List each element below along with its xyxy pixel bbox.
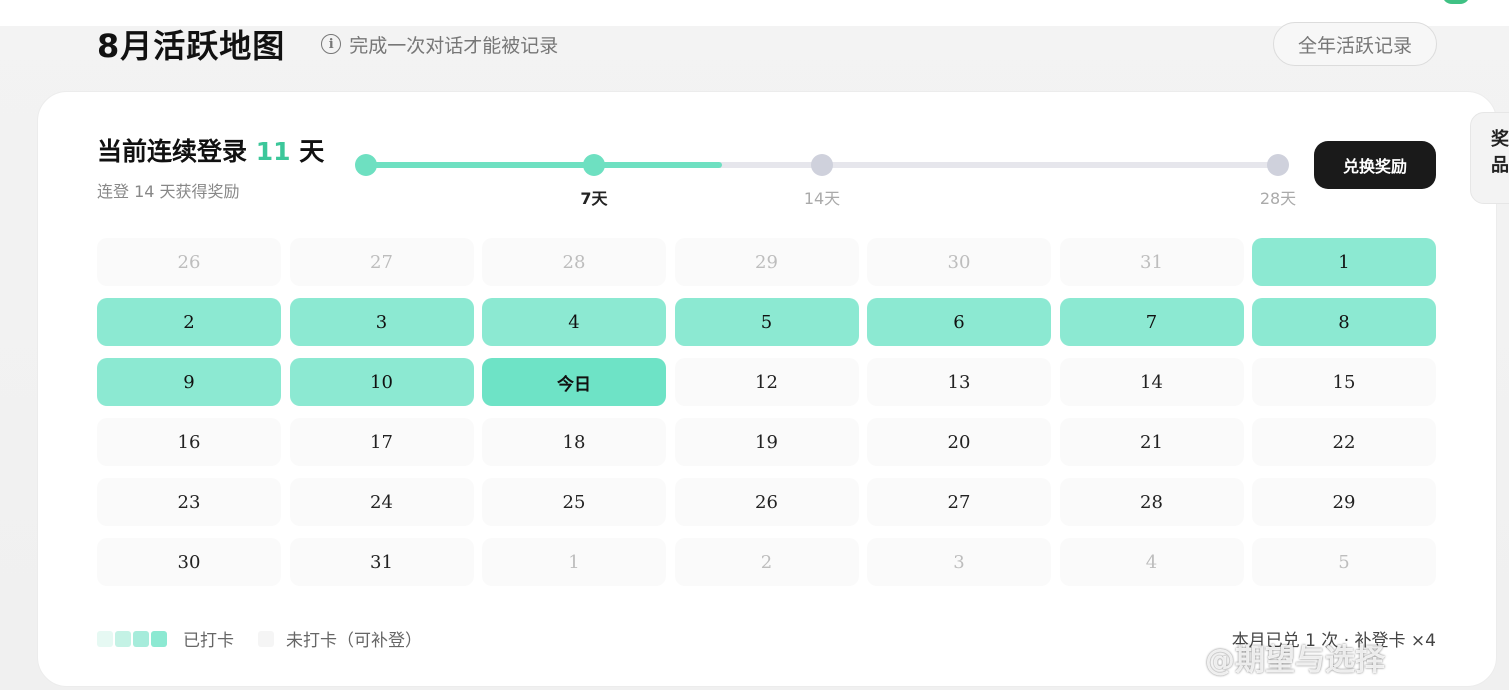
legend-swatch bbox=[115, 630, 131, 647]
calendar-day[interactable]: 13 bbox=[867, 358, 1051, 406]
calendar-day[interactable]: 31 bbox=[1059, 238, 1244, 286]
calendar-day[interactable]: 2 bbox=[97, 298, 281, 346]
calendar-day[interactable]: 29 bbox=[1252, 478, 1436, 526]
calendar-day[interactable]: 14 bbox=[1059, 358, 1244, 406]
calendar-day[interactable]: 12 bbox=[674, 358, 859, 406]
streak-prefix: 当前连续登录 bbox=[97, 137, 248, 166]
calendar-day[interactable]: 27 bbox=[289, 238, 474, 286]
rewards-side-tab[interactable]: 奖 品 bbox=[1470, 112, 1509, 204]
streak-subtitle: 连登 14 天获得奖励 bbox=[97, 182, 240, 201]
calendar-day[interactable]: 25 bbox=[482, 478, 666, 526]
calendar-day[interactable]: 5 bbox=[674, 298, 859, 346]
calendar-day[interactable]: 28 bbox=[482, 238, 666, 286]
calendar-day-today[interactable]: 今日 bbox=[482, 358, 666, 406]
redeem-reward-button[interactable]: 兑换奖励 bbox=[1314, 141, 1436, 189]
record-hint: i 完成一次对话才能被记录 bbox=[321, 31, 558, 58]
side-tab-line1: 奖 bbox=[1491, 129, 1509, 150]
calendar-day[interactable]: 30 bbox=[867, 238, 1051, 286]
calendar-day[interactable]: 30 bbox=[97, 538, 281, 586]
calendar-day[interactable]: 3 bbox=[289, 298, 474, 346]
calendar-day[interactable]: 18 bbox=[482, 418, 666, 466]
calendar-day[interactable]: 19 bbox=[674, 418, 859, 466]
streak-days: 11 bbox=[255, 137, 291, 166]
year-activity-button[interactable]: 全年活跃记录 bbox=[1273, 22, 1437, 66]
progress-fill bbox=[366, 162, 722, 168]
calendar-day[interactable]: 24 bbox=[289, 478, 474, 526]
legend-swatch bbox=[97, 630, 113, 647]
calendar-day[interactable]: 2 bbox=[674, 538, 859, 586]
milestone-7-label: 7天 bbox=[580, 189, 608, 208]
calendar-day[interactable]: 20 bbox=[867, 418, 1051, 466]
milestone-7-dot bbox=[583, 154, 605, 176]
milestone-28-label: 28天 bbox=[1259, 189, 1297, 208]
calendar-day[interactable]: 28 bbox=[1059, 478, 1244, 526]
calendar-day[interactable]: 23 bbox=[97, 478, 281, 526]
top-status-dot bbox=[1442, 0, 1470, 4]
milestone-28-dot bbox=[1267, 154, 1289, 176]
calendar-day[interactable]: 10 bbox=[289, 358, 474, 406]
page-title: 8月活跃地图 bbox=[97, 27, 286, 65]
calendar-day[interactable]: 31 bbox=[289, 538, 474, 586]
info-icon: i bbox=[321, 34, 342, 54]
watermark: @期望与选择 bbox=[1205, 643, 1385, 678]
calendar-day[interactable]: 3 bbox=[867, 538, 1051, 586]
side-tab-line2: 品 bbox=[1491, 155, 1509, 176]
calendar-day[interactable]: 26 bbox=[97, 238, 281, 286]
calendar-day[interactable]: 5 bbox=[1252, 538, 1436, 586]
hint-text: 完成一次对话才能被记录 bbox=[349, 34, 559, 57]
calendar-day[interactable]: 22 bbox=[1252, 418, 1436, 466]
calendar-day[interactable]: 1 bbox=[482, 538, 666, 586]
calendar-day[interactable]: 16 bbox=[97, 418, 281, 466]
calendar-day[interactable]: 27 bbox=[867, 478, 1051, 526]
legend-checked-label: 已打卡 bbox=[183, 631, 234, 651]
milestone-14-dot bbox=[811, 154, 833, 176]
legend-swatch bbox=[151, 630, 167, 647]
calendar-day[interactable]: 4 bbox=[1059, 538, 1244, 586]
streak-suffix: 天 bbox=[299, 137, 325, 166]
calendar-day[interactable]: 21 bbox=[1059, 418, 1244, 466]
streak-title: 当前连续登录 11 天 bbox=[97, 132, 324, 168]
calendar-day[interactable]: 15 bbox=[1252, 358, 1436, 406]
legend: 已打卡 未打卡（可补登） bbox=[97, 626, 422, 651]
calendar-day[interactable]: 17 bbox=[289, 418, 474, 466]
milestone-14-label: 14天 bbox=[803, 189, 841, 208]
calendar-day[interactable]: 4 bbox=[482, 298, 666, 346]
calendar-day[interactable]: 1 bbox=[1252, 238, 1436, 286]
calendar-day[interactable]: 8 bbox=[1252, 298, 1436, 346]
calendar-day[interactable]: 6 bbox=[867, 298, 1051, 346]
legend-unchecked-swatch bbox=[258, 630, 274, 647]
calendar-day[interactable]: 9 bbox=[97, 358, 281, 406]
progress-start-dot bbox=[355, 154, 377, 176]
calendar-day[interactable]: 26 bbox=[674, 478, 859, 526]
calendar-day[interactable]: 7 bbox=[1059, 298, 1244, 346]
legend-swatch bbox=[133, 630, 149, 647]
legend-unchecked-label: 未打卡（可补登） bbox=[286, 631, 422, 651]
header: 8月活跃地图 i 完成一次对话才能被记录 bbox=[97, 24, 558, 65]
calendar-day[interactable]: 29 bbox=[674, 238, 859, 286]
